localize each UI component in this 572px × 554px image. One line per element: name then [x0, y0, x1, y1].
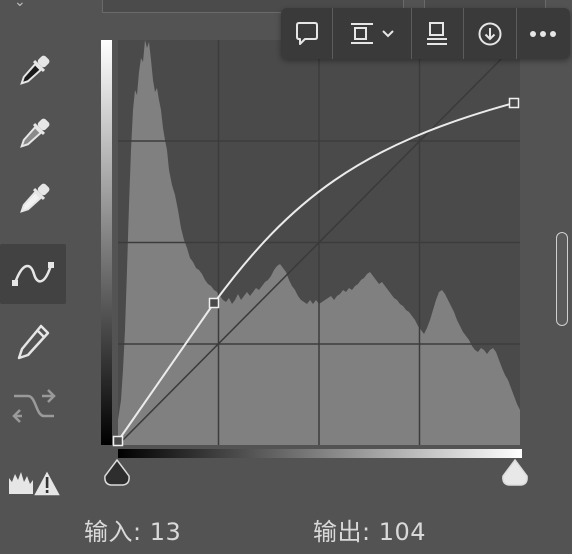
black-point-slider[interactable] [104, 458, 130, 486]
vertical-scrollbar[interactable] [556, 232, 568, 326]
output-value: 104 [378, 518, 427, 546]
download-button[interactable] [464, 8, 517, 59]
more-dots-icon [530, 30, 557, 37]
output-readout: 输出: 104 [313, 512, 426, 547]
output-label: 输出: [313, 518, 371, 546]
input-readout: 输入: 13 [84, 512, 181, 547]
comment-button[interactable] [281, 8, 334, 59]
download-circle-icon [478, 22, 502, 45]
align-bottom-button[interactable] [412, 8, 465, 59]
output-gradient-bar [101, 40, 112, 445]
align-bottom-icon [427, 21, 448, 45]
align-dropdown-icon [351, 22, 394, 44]
input-gradient-bar [118, 449, 522, 458]
curves-graph[interactable] [0, 0, 572, 554]
floating-toolbar [281, 8, 570, 59]
curve-point-black[interactable] [112, 435, 124, 447]
input-value: 13 [149, 518, 182, 546]
speech-bubble-icon [295, 21, 318, 45]
white-point-slider[interactable] [502, 458, 528, 486]
curve-point-white[interactable] [508, 97, 520, 109]
more-options-button[interactable] [517, 8, 570, 59]
input-label: 输入: [84, 518, 142, 546]
curve-point-mid[interactable] [208, 297, 220, 309]
align-dropdown-button[interactable] [333, 8, 412, 59]
